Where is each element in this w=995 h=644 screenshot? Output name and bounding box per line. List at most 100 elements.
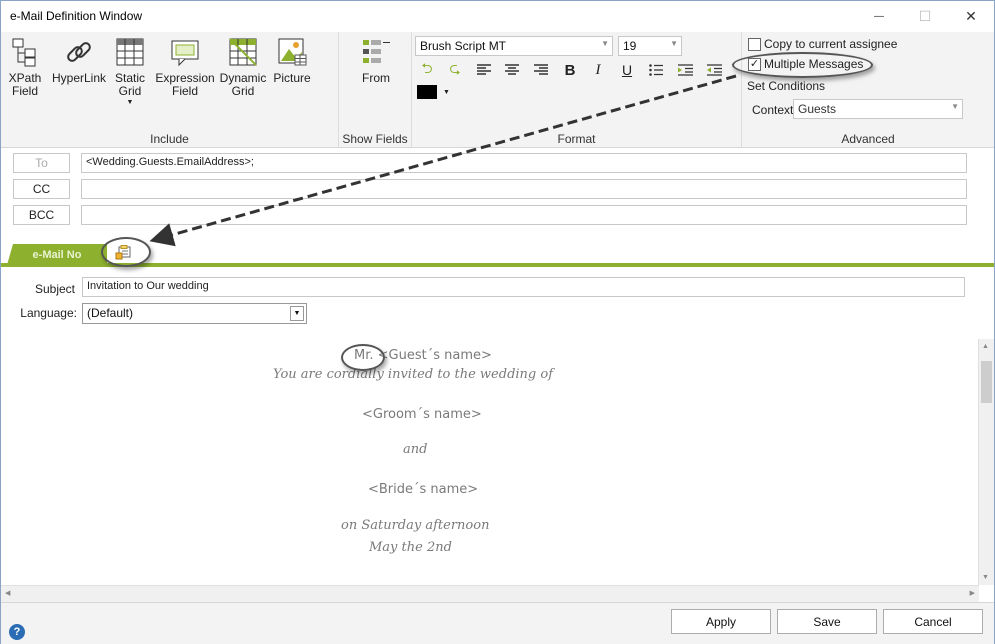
- font-family-value: Brush Script MT: [420, 39, 507, 53]
- hyperlink-label: HyperLink: [51, 71, 107, 85]
- close-button[interactable]: ✕: [948, 1, 994, 31]
- help-icon[interactable]: ?: [9, 624, 25, 640]
- static-grid-button[interactable]: Static Grid ▼: [111, 36, 149, 107]
- close-icon: ✕: [965, 7, 977, 24]
- body-line-date1: on Saturday afternoon: [341, 518, 490, 533]
- body-line-invitation: You are cordially invited to the wedding…: [273, 367, 554, 382]
- tab-email-no[interactable]: e-Mail No: [7, 244, 107, 265]
- chevron-down-icon: ▼: [670, 39, 678, 48]
- copy-assignee-checkbox[interactable]: [748, 38, 761, 51]
- include-group-label: Include: [150, 132, 189, 146]
- indent-icon: [677, 64, 693, 76]
- body-line-bride: <Bride´s name>: [368, 482, 479, 497]
- font-size-value: 19: [623, 39, 637, 53]
- font-family-select[interactable]: Brush Script MT ▼: [415, 36, 613, 56]
- save-button[interactable]: Save: [777, 609, 877, 634]
- align-center-button[interactable]: [502, 60, 522, 80]
- language-value: (Default): [87, 306, 134, 320]
- bold-button[interactable]: B: [560, 60, 580, 80]
- from-label: From: [362, 71, 390, 85]
- chevron-down-icon: ▼: [601, 39, 609, 48]
- cc-row: CC: [1, 179, 994, 201]
- dynamic-grid-icon: [227, 36, 259, 68]
- expression-field-label2: Field: [171, 84, 198, 98]
- font-color-picker[interactable]: ▼: [417, 82, 453, 102]
- language-select[interactable]: (Default) ▼: [82, 303, 307, 324]
- hyperlink-icon: [63, 36, 95, 68]
- redo-icon: ⮎: [449, 60, 461, 76]
- format-group-label: Format: [557, 132, 596, 146]
- xpath-field-icon: [9, 36, 41, 68]
- footer-bar: ? Apply Save Cancel: [1, 602, 994, 644]
- scroll-down-icon[interactable]: ▼: [982, 574, 989, 581]
- vertical-scroll-thumb[interactable]: [981, 361, 992, 403]
- underline-button[interactable]: U: [617, 60, 637, 80]
- cc-button[interactable]: CC: [13, 179, 70, 199]
- window-title: e-Mail Definition Window: [10, 9, 143, 23]
- align-left-button[interactable]: [474, 60, 494, 80]
- show-fields-group-label: Show Fields: [342, 132, 408, 146]
- cancel-button[interactable]: Cancel: [883, 609, 983, 634]
- maximize-button[interactable]: ☐: [902, 1, 948, 31]
- include-group: XPath Field HyperLink Static Grid ▼ Expr…: [1, 32, 339, 148]
- align-right-button[interactable]: [531, 60, 551, 80]
- format-group: Brush Script MT ▼ 19 ▼ ⮌ ⮎ B I U ▼ Forma…: [412, 32, 742, 148]
- undo-icon: ⮌: [421, 60, 433, 76]
- context-label: Context: [752, 103, 794, 117]
- chevron-down-icon: ▼: [126, 99, 134, 106]
- chevron-down-icon: ▼: [951, 102, 959, 111]
- subject-field[interactable]: Invitation to Our wedding: [82, 277, 965, 297]
- picture-button[interactable]: Picture: [271, 36, 313, 85]
- picture-icon: [276, 36, 308, 68]
- expression-field-button[interactable]: Expression Field: [153, 36, 217, 98]
- apply-button[interactable]: Apply: [671, 609, 771, 634]
- vertical-scrollbar[interactable]: ▲ ▼: [978, 339, 994, 585]
- minimize-icon: —: [874, 10, 884, 22]
- align-left-icon: [477, 64, 491, 75]
- align-right-icon: [534, 64, 548, 75]
- bullet-list-icon: [649, 64, 663, 76]
- body-line-groom: <Groom´s name>: [362, 407, 482, 422]
- picture-label: Picture: [273, 71, 311, 85]
- bcc-field[interactable]: [81, 205, 967, 225]
- to-field[interactable]: <Wedding.Guests.EmailAddress>;: [81, 153, 967, 173]
- dynamic-grid-button[interactable]: Dynamic Grid: [219, 36, 267, 98]
- maximize-icon: ☐: [918, 7, 932, 24]
- undo-button[interactable]: ⮌: [417, 60, 437, 80]
- align-center-icon: [505, 64, 519, 75]
- advanced-group: Copy to current assignee ✓ Multiple Mess…: [742, 32, 994, 148]
- scroll-left-icon[interactable]: ◀: [5, 589, 10, 597]
- static-grid-label2: Grid: [118, 84, 142, 98]
- multiple-messages-highlight: [732, 52, 873, 78]
- dynamic-grid-label2: Grid: [231, 84, 255, 98]
- bullet-list-button[interactable]: [646, 60, 666, 80]
- scroll-right-icon[interactable]: ▶: [970, 589, 975, 597]
- set-conditions-link[interactable]: Set Conditions: [747, 79, 825, 93]
- chevron-down-icon: ▼: [443, 88, 450, 96]
- salutation-highlight: [341, 344, 385, 371]
- context-select[interactable]: Guests ▼: [793, 99, 963, 119]
- indent-button[interactable]: [675, 60, 695, 80]
- body-line-and: and: [403, 442, 428, 457]
- bcc-button[interactable]: BCC: [13, 205, 70, 225]
- redo-button[interactable]: ⮎: [445, 60, 465, 80]
- to-button[interactable]: To: [13, 153, 70, 173]
- minimize-button[interactable]: —: [856, 1, 902, 31]
- from-button[interactable]: From: [357, 36, 395, 85]
- context-value: Guests: [798, 102, 837, 116]
- outdent-button[interactable]: [704, 60, 724, 80]
- email-body-editor[interactable]: Mr. <Guest´s name> You are cordially inv…: [1, 339, 979, 585]
- static-grid-icon: [114, 36, 146, 68]
- scroll-up-icon[interactable]: ▲: [982, 343, 989, 350]
- chevron-down-icon: ▼: [290, 306, 304, 321]
- hyperlink-button[interactable]: HyperLink: [51, 36, 107, 85]
- font-size-select[interactable]: 19 ▼: [618, 36, 682, 56]
- xpath-field-button[interactable]: XPath Field: [5, 36, 45, 98]
- bcc-row: BCC: [1, 205, 994, 227]
- tab-underline: [1, 263, 994, 267]
- horizontal-scrollbar[interactable]: ◀ ▶: [1, 585, 979, 602]
- copy-assignee-label: Copy to current assignee: [764, 37, 898, 51]
- body-line-date2: May the 2nd: [369, 540, 452, 555]
- italic-button[interactable]: I: [588, 60, 608, 80]
- cc-field[interactable]: [81, 179, 967, 199]
